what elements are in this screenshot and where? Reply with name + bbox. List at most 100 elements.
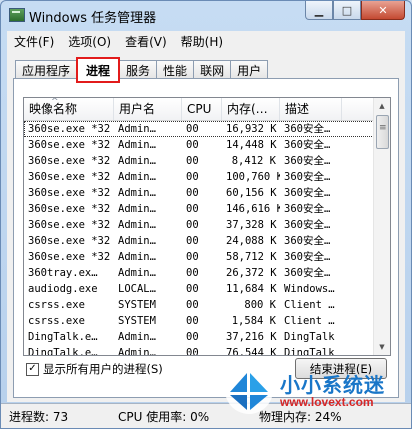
process-list[interactable]: ^ 映像名称 用户名 CPU 内存(… 描述 360se.exe *32 Admi…	[23, 97, 391, 356]
cell-user-name: Admin…	[118, 123, 156, 135]
cpu-usage: CPU 使用率: 0%	[118, 409, 210, 424]
tab-performance[interactable]: 性能	[156, 60, 195, 79]
cell-memory: 37,216 K	[226, 331, 277, 343]
tab-applications[interactable]: 应用程序	[15, 60, 78, 79]
table-row[interactable]: 360se.exe *32 Admin… 00 8,412 K 360安全…	[24, 153, 374, 169]
cell-user-name: Admin…	[118, 187, 156, 199]
close-button[interactable]: ✕	[361, 1, 405, 20]
table-row[interactable]: 360se.exe *32 Admin… 00 14,448 K 360安全…	[24, 137, 374, 153]
processes-panel: ^ 映像名称 用户名 CPU 内存(… 描述 360se.exe *32 Admi…	[13, 78, 399, 398]
cell-user-name: SYSTEM	[118, 299, 156, 311]
title-bar[interactable]: Windows 任务管理器 ▁ □ ✕	[1, 1, 411, 29]
table-row[interactable]: csrss.exe SYSTEM 00 1,584 K Client …	[24, 313, 374, 329]
show-all-users-option[interactable]: ✓ 显示所有用户的进程(S)	[26, 361, 163, 377]
cell-user-name: SYSTEM	[118, 315, 156, 327]
cell-image-name: 360se.exe *32	[28, 139, 111, 151]
cell-image-name: 360se.exe *32	[28, 235, 111, 247]
cell-image-name: 360se.exe *32	[28, 155, 111, 167]
table-row[interactable]: audiodg.exe LOCAL… 00 11,684 K Windows…	[24, 281, 374, 297]
cell-user-name: Admin…	[118, 139, 156, 151]
cell-description: DingTalk	[284, 331, 335, 343]
cell-image-name: DingTalk.e…	[28, 347, 98, 356]
table-row[interactable]: 360se.exe *32 Admin… 00 58,712 K 360安全…	[24, 249, 374, 265]
cell-image-name: 360tray.ex…	[28, 267, 98, 279]
menu-options[interactable]: 选项(O)	[61, 33, 118, 50]
table-row[interactable]: 360tray.ex… Admin… 00 26,372 K 360安全…	[24, 265, 374, 281]
cell-description: 360安全…	[284, 203, 331, 215]
table-row[interactable]: 360se.exe *32 Admin… 00 60,156 K 360安全…	[24, 185, 374, 201]
cell-description: 360安全…	[284, 139, 331, 151]
minimize-icon: ▁	[314, 3, 324, 17]
cell-user-name: Admin…	[118, 267, 156, 279]
table-row[interactable]: 360se.exe *32 Admin… 00 100,760 K 360安全…	[24, 169, 374, 185]
cell-user-name: Admin…	[118, 155, 156, 167]
cell-image-name: 360se.exe *32	[28, 251, 111, 263]
window-title: Windows 任务管理器	[29, 11, 157, 26]
cell-user-name: Admin…	[118, 203, 156, 215]
cell-description: Client …	[284, 299, 335, 311]
tab-networking[interactable]: 联网	[193, 60, 232, 79]
task-manager-icon	[9, 8, 25, 22]
cell-memory: 800 K	[244, 299, 276, 311]
cell-memory: 16,932 K	[226, 123, 277, 135]
cell-user-name: Admin…	[118, 171, 156, 183]
tab-users[interactable]: 用户	[230, 60, 269, 79]
show-all-users-label: 显示所有用户的进程(S)	[43, 362, 163, 376]
watermark: 小小系统迷 www.lovext.com	[222, 363, 402, 423]
column-image-name[interactable]: ^ 映像名称	[24, 98, 114, 120]
cell-memory: 14,448 K	[226, 139, 277, 151]
column-cpu[interactable]: CPU	[182, 98, 222, 120]
cell-cpu: 00	[186, 299, 199, 311]
table-row[interactable]: DingTalk.e… Admin… 00 76,544 K DingTalk	[24, 345, 374, 356]
cell-description: 360安全…	[284, 219, 331, 231]
table-row[interactable]: 360se.exe *32 Admin… 00 146,616 K 360安全…	[24, 201, 374, 217]
menu-view[interactable]: 查看(V)	[118, 33, 174, 50]
column-description[interactable]: 描述	[280, 98, 342, 120]
close-icon: ✕	[378, 3, 388, 17]
cell-description: 360安全…	[284, 123, 331, 135]
cell-cpu: 00	[186, 203, 199, 215]
cell-cpu: 00	[186, 155, 199, 167]
table-row[interactable]: 360se.exe *32 Admin… 00 37,328 K 360安全…	[24, 217, 374, 233]
scroll-down-icon[interactable]: ▼	[374, 339, 390, 355]
cell-memory: 26,372 K	[226, 267, 277, 279]
cell-description: 360安全…	[284, 171, 331, 183]
cell-image-name: DingTalk.e…	[28, 331, 98, 343]
menu-help[interactable]: 帮助(H)	[174, 33, 230, 50]
cell-user-name: Admin…	[118, 331, 156, 343]
watermark-url: www.lovext.com	[280, 395, 374, 409]
cell-cpu: 00	[186, 283, 199, 295]
client-area: 应用程序 进程 服务 性能 联网 用户 ^ 映像名称 用户名 CPU 内存(… …	[7, 51, 405, 402]
cell-cpu: 00	[186, 123, 199, 135]
maximize-button[interactable]: □	[333, 1, 361, 20]
cell-description: 360安全…	[284, 187, 331, 199]
maximize-icon: □	[341, 3, 353, 17]
tab-processes[interactable]: 进程	[76, 57, 121, 83]
cell-description: 360安全…	[284, 251, 331, 263]
cell-cpu: 00	[186, 171, 199, 183]
cell-description: Client …	[284, 315, 335, 327]
cell-cpu: 00	[186, 315, 199, 327]
watermark-name: 小小系统迷	[280, 373, 385, 397]
menu-file[interactable]: 文件(F)	[7, 33, 61, 50]
table-row[interactable]: DingTalk.e… Admin… 00 37,216 K DingTalk	[24, 329, 374, 345]
cell-image-name: 360se.exe *32	[28, 171, 111, 183]
cell-cpu: 00	[186, 235, 199, 247]
scroll-thumb[interactable]	[376, 115, 389, 149]
table-row[interactable]: 360se.exe *32 Admin… 00 16,932 K 360安全…	[24, 121, 374, 137]
cell-memory: 58,712 K	[226, 251, 277, 263]
cell-description: Windows…	[284, 283, 335, 295]
table-row[interactable]: 360se.exe *32 Admin… 00 24,088 K 360安全…	[24, 233, 374, 249]
column-user-name[interactable]: 用户名	[114, 98, 182, 120]
cell-user-name: Admin…	[118, 235, 156, 247]
table-row[interactable]: csrss.exe SYSTEM 00 800 K Client …	[24, 297, 374, 313]
vertical-scrollbar[interactable]: ▲ ▼	[373, 98, 390, 355]
column-memory[interactable]: 内存(…	[222, 98, 280, 120]
scroll-up-icon[interactable]: ▲	[374, 98, 390, 114]
process-count: 进程数: 73	[9, 409, 69, 424]
tab-services[interactable]: 服务	[119, 60, 158, 79]
cell-image-name: csrss.exe	[28, 299, 85, 311]
minimize-button[interactable]: ▁	[305, 1, 333, 20]
cell-image-name: 360se.exe *32	[28, 187, 111, 199]
show-all-users-checkbox[interactable]: ✓	[26, 362, 39, 376]
